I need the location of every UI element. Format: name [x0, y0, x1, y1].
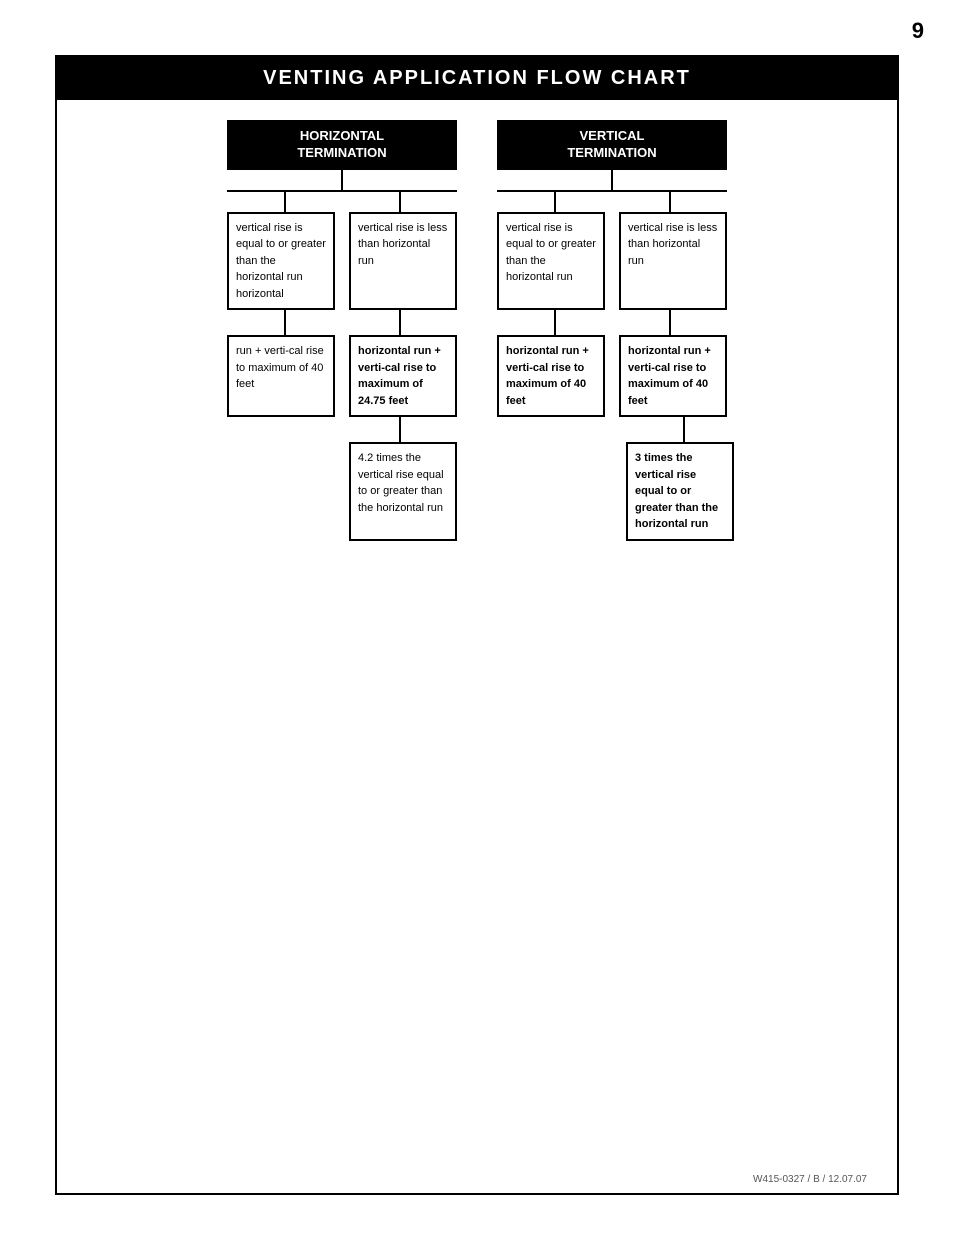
h-sub2-level1-box: vertical rise is less than horizontal ru…: [349, 212, 457, 311]
v-sub1-level1-box: vertical rise is equal to or greater tha…: [497, 212, 605, 311]
v-sub2-level3-box: 3 times the vertical rise equal to or gr…: [626, 442, 734, 541]
title-bar: VENTING APPLICATION FLOW CHART: [57, 57, 897, 100]
v-sub2-level2-box: horizontal run + verti-cal rise to maxim…: [619, 335, 727, 417]
h-sub2-level3-box: 4.2 times the vertical rise equal to or …: [349, 442, 457, 541]
horizontal-termination-header: HORIZONTAL TERMINATION: [227, 120, 457, 170]
v-sub2-level1-box: vertical rise is less than horizontal ru…: [619, 212, 727, 311]
h-sub2-level2-box: horizontal run + verti-cal rise to maxim…: [349, 335, 457, 417]
h-sub1-level2-box: run + verti-cal rise to maximum of 40 fe…: [227, 335, 335, 417]
h-sub1-level1-box: vertical rise is equal to or greater tha…: [227, 212, 335, 311]
page-number: 9: [912, 18, 924, 44]
v-sub1-level2-box: horizontal run + verti-cal rise to maxim…: [497, 335, 605, 417]
vertical-termination-header: VERTICAL TERMINATION: [497, 120, 727, 170]
footer-text: W415-0327 / B / 12.07.07: [753, 1174, 867, 1185]
outer-border: VENTING APPLICATION FLOW CHART HORIZONTA…: [55, 55, 899, 1195]
